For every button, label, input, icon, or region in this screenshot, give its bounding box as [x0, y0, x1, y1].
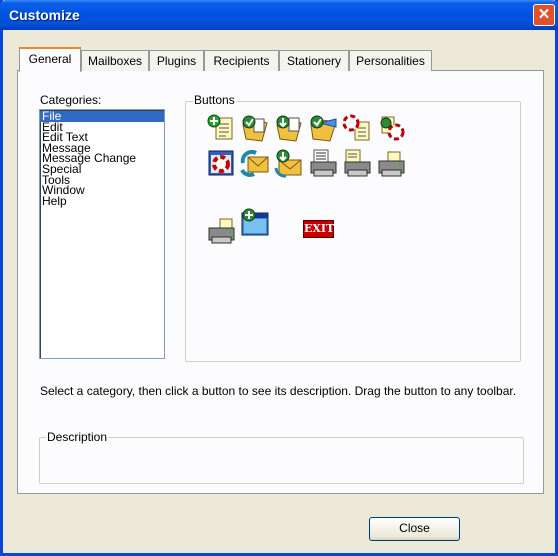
- category-item-help[interactable]: Help: [40, 195, 164, 207]
- tab-mailboxes[interactable]: Mailboxes: [81, 50, 149, 71]
- tab-personalities[interactable]: Personalities: [349, 50, 432, 71]
- tab-general[interactable]: General: [19, 47, 81, 72]
- print-icon[interactable]: [376, 148, 406, 178]
- open-folder-icon[interactable]: [308, 113, 338, 143]
- tab-stationery[interactable]: Stationery: [279, 50, 349, 71]
- tab-recipients[interactable]: Recipients: [204, 50, 279, 71]
- categories-label: Categories:: [40, 93, 102, 107]
- window-close-button[interactable]: ✕: [533, 4, 555, 26]
- buttons-label: Buttons: [193, 93, 236, 107]
- save-attachment-icon[interactable]: [274, 113, 304, 143]
- lifebuoy-search-icon[interactable]: [376, 113, 406, 143]
- open-mailbox-icon[interactable]: [240, 113, 270, 143]
- description-groupbox: [39, 437, 524, 484]
- print-setup-icon[interactable]: [342, 148, 372, 178]
- categories-listbox[interactable]: File Edit Edit Text Message Message Chan…: [39, 109, 165, 359]
- check-mail-icon[interactable]: [240, 148, 270, 178]
- title-bar[interactable]: Customize ✕: [0, 0, 558, 30]
- description-label: Description: [46, 430, 109, 444]
- window-title: Customize: [9, 7, 80, 23]
- lifebuoy-help-icon[interactable]: [206, 148, 236, 178]
- close-button[interactable]: Close: [369, 517, 460, 541]
- lifebuoy-document-icon[interactable]: [342, 113, 372, 143]
- new-message-icon[interactable]: [206, 113, 236, 143]
- print-preview-icon[interactable]: [308, 148, 338, 178]
- exit-icon[interactable]: EXIT: [303, 220, 334, 238]
- instructions-text: Select a category, then click a button t…: [40, 384, 517, 398]
- print-one-icon[interactable]: [206, 216, 236, 246]
- new-window-icon[interactable]: [240, 207, 270, 237]
- tab-plugins[interactable]: Plugins: [149, 50, 204, 71]
- send-queued-icon[interactable]: [274, 148, 304, 178]
